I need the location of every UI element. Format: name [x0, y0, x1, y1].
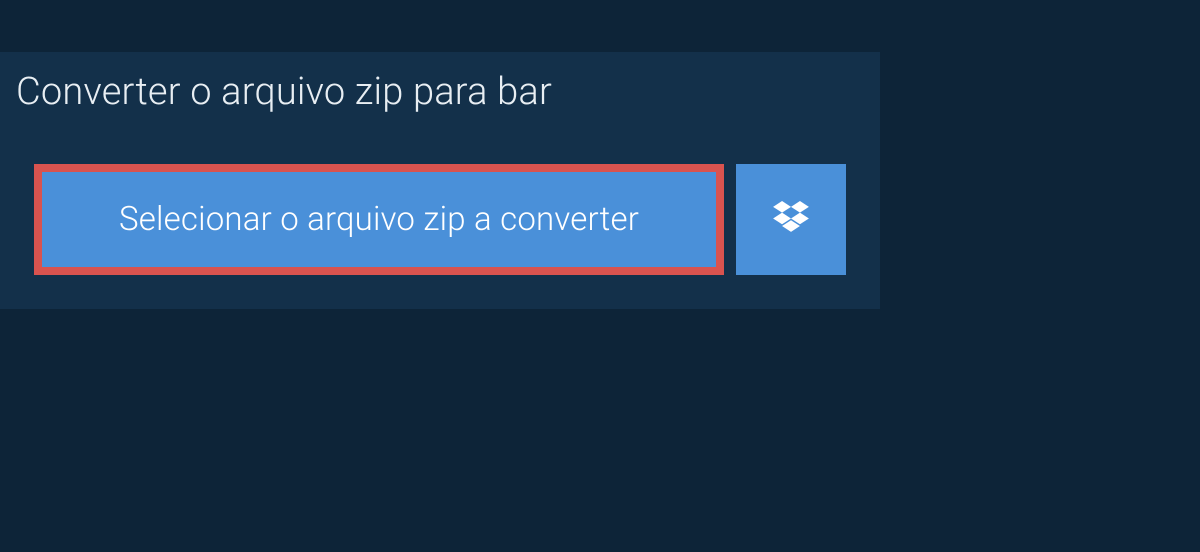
dropbox-button[interactable]	[736, 164, 846, 275]
button-row: Selecionar o arquivo zip a converter	[0, 136, 880, 309]
converter-panel: Converter o arquivo zip para bar Selecio…	[0, 52, 880, 309]
dropbox-icon	[773, 201, 809, 239]
page-title: Converter o arquivo zip para bar	[16, 70, 641, 114]
title-bar: Converter o arquivo zip para bar	[0, 52, 665, 136]
select-file-button[interactable]: Selecionar o arquivo zip a converter	[34, 164, 724, 275]
